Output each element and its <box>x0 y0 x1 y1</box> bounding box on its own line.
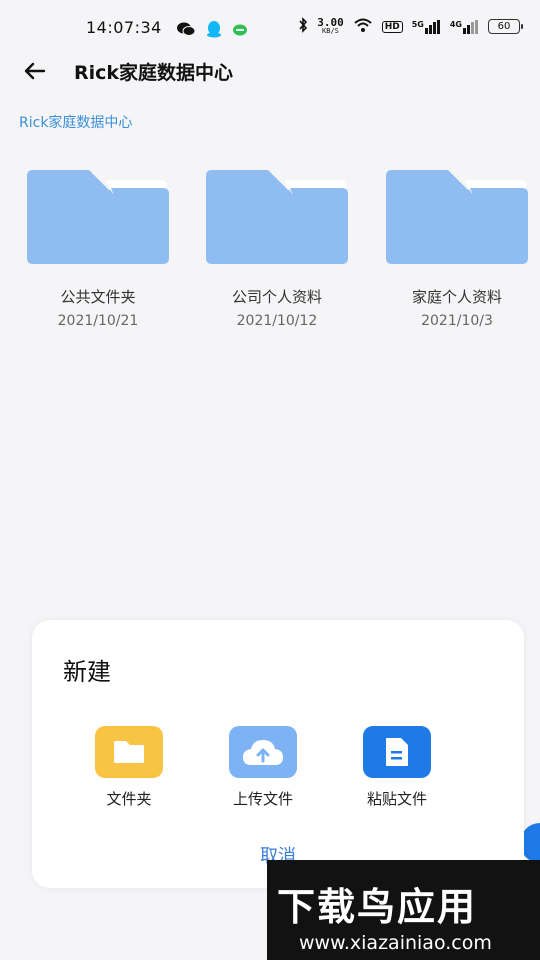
folder-date: 2021/10/21 <box>57 313 139 329</box>
hd-badge: HD <box>381 20 403 33</box>
watermark: 下载鸟应用 www.xiazainiao.com <box>267 860 540 960</box>
paste-file-button[interactable]: 粘贴文件 <box>342 726 452 809</box>
watermark-logo-text: 下载鸟应用 <box>277 885 478 929</box>
status-right: 3.00 KB/S HD 5G 4G 60 <box>298 15 523 36</box>
cloud-upload-icon <box>229 726 297 778</box>
network-speed: 3.00 KB/S <box>317 15 344 36</box>
folder-date: 2021/10/3 <box>421 313 493 329</box>
wifi-icon <box>353 17 373 36</box>
folder-icon <box>95 726 163 778</box>
message-icon <box>232 22 248 41</box>
folder-icon <box>386 170 528 264</box>
watermark-url: www.xiazainiao.com <box>299 932 492 954</box>
back-arrow-icon <box>24 62 46 80</box>
folder-name: 公司个人资料 <box>231 288 322 306</box>
breadcrumb[interactable]: Rick家庭数据中心 <box>19 112 132 132</box>
signal-5g-label: 5G <box>411 19 424 29</box>
action-label: 粘贴文件 <box>366 790 427 808</box>
upload-file-button[interactable]: 上传文件 <box>208 726 318 809</box>
back-button[interactable] <box>20 56 50 86</box>
qq-icon <box>206 20 222 42</box>
document-icon <box>363 726 431 778</box>
signal-4g-label: 4G <box>449 19 462 29</box>
folder-icon <box>27 170 169 264</box>
battery-indicator: 60 <box>488 19 523 34</box>
wechat-icon <box>176 21 196 41</box>
bluetooth-icon <box>298 17 308 36</box>
folder-name: 公共文件夹 <box>60 288 136 306</box>
sheet-title: 新建 <box>63 658 111 686</box>
action-label: 上传文件 <box>232 790 293 808</box>
page-title: Rick家庭数据中心 <box>74 62 234 84</box>
status-time: 14:07:34 <box>86 18 162 37</box>
folder-item[interactable]: 家庭个人资料 2021/10/3 <box>383 168 531 329</box>
new-folder-button[interactable]: 文件夹 <box>74 726 184 809</box>
new-item-sheet: 新建 文件夹 上传文件 粘贴文件 取消 <box>32 620 524 888</box>
network-speed-value: 3.00 <box>317 15 344 29</box>
folder-item[interactable]: 公司个人资料 2021/10/12 <box>203 168 351 329</box>
folder-date: 2021/10/12 <box>236 313 318 329</box>
app-header: Rick家庭数据中心 <box>0 50 540 90</box>
signal-4g: 4G <box>449 19 479 34</box>
signal-5g: 5G <box>411 19 441 34</box>
folder-item[interactable]: 公共文件夹 2021/10/21 <box>24 168 172 329</box>
folder-name: 家庭个人资料 <box>411 288 502 306</box>
status-app-icons <box>176 20 248 42</box>
action-label: 文件夹 <box>106 790 152 808</box>
folder-icon <box>206 170 348 264</box>
